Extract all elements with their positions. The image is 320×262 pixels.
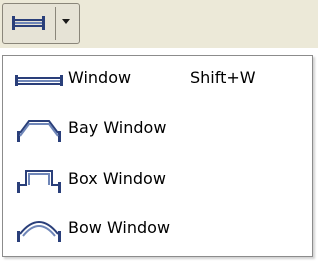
window-type-dropdown: Window Shift+W Bay Window Box Window Bow… xyxy=(0,0,318,262)
window-icon xyxy=(15,75,63,86)
dropdown-arrow-button[interactable] xyxy=(56,4,79,43)
menu-item-shortcut: Shift+W xyxy=(190,68,256,87)
toolbar xyxy=(0,0,318,48)
window-type-menu: Window Shift+W Bay Window Box Window Bow… xyxy=(2,55,313,257)
window-icon xyxy=(12,16,45,30)
menu-item-label: Bay Window xyxy=(68,118,167,137)
bow-window-icon xyxy=(17,221,61,242)
menu-item-bay-window[interactable]: Bay Window xyxy=(3,106,312,150)
menu-item-bow-window[interactable]: Bow Window xyxy=(3,206,312,250)
box-window-icon xyxy=(17,170,61,193)
window-split-button[interactable] xyxy=(2,3,80,44)
menu-item-label: Window xyxy=(68,68,132,87)
menu-item-box-window[interactable]: Box Window xyxy=(3,157,312,201)
menu-item-label: Bow Window xyxy=(68,218,171,237)
chevron-down-icon xyxy=(62,19,70,24)
menu-item-label: Box Window xyxy=(68,169,166,188)
bay-window-icon xyxy=(17,120,61,142)
menu-item-window[interactable]: Window Shift+W xyxy=(3,56,312,100)
window-tool-button[interactable] xyxy=(3,4,55,43)
